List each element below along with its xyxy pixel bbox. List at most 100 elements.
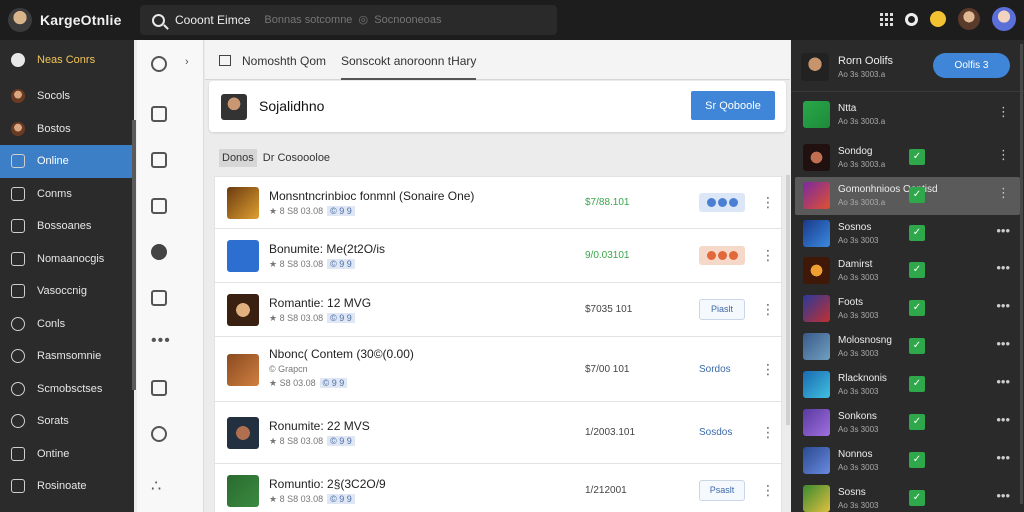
right-panel-item[interactable]: Sosnos Ao 3s 3003 ✓ •••: [795, 215, 1020, 253]
sidebar-item-11[interactable]: Sorats: [0, 405, 134, 438]
status-check-icon[interactable]: ✓: [909, 300, 925, 316]
status-check-icon[interactable]: ✓: [909, 338, 925, 354]
item-menu-icon[interactable]: •••: [996, 298, 1010, 313]
status-ring-icon[interactable]: [905, 12, 918, 26]
status-check-icon[interactable]: ✓: [909, 452, 925, 468]
row-menu-icon[interactable]: ⋮: [761, 247, 775, 264]
row-thumbnail[interactable]: [227, 240, 259, 272]
sidebar-scrollbar[interactable]: [132, 120, 136, 390]
home-icon[interactable]: [151, 106, 167, 122]
coin-icon[interactable]: [930, 11, 946, 27]
row-action-button[interactable]: Psaslt: [699, 480, 745, 501]
right-panel-button[interactable]: Oolfis 3: [933, 53, 1010, 78]
main-scrollbar[interactable]: [786, 175, 790, 425]
row-menu-icon[interactable]: ⋮: [761, 194, 775, 211]
search-icon[interactable]: [152, 13, 165, 27]
right-panel-item[interactable]: Ntta Ao 3s 3003.a ⋮: [795, 96, 1020, 134]
item-menu-icon[interactable]: •••: [996, 223, 1010, 238]
sidebar-item-8[interactable]: Conls: [0, 308, 134, 341]
item-menu-icon[interactable]: •••: [996, 412, 1010, 427]
right-panel-avatar[interactable]: [801, 53, 829, 81]
item-menu-icon[interactable]: •••: [996, 374, 1010, 389]
table-row[interactable]: Romantie: 12 MVG ★ 8 S8 03.08 © 9 9 $7035 1…: [214, 282, 782, 336]
row-action-link[interactable]: Sordos: [699, 364, 731, 375]
item-menu-icon[interactable]: ⋮: [997, 147, 1010, 163]
item-thumbnail[interactable]: [803, 333, 830, 360]
right-panel-item[interactable]: Rlacknonis Ao 3s 3003 ✓ •••: [795, 366, 1020, 404]
frame-icon[interactable]: [151, 290, 167, 306]
row-thumbnail[interactable]: [227, 353, 259, 386]
row-thumbnail[interactable]: [227, 294, 259, 326]
tab-1[interactable]: Sonscokt anoroonn tHary: [341, 54, 477, 80]
item-thumbnail[interactable]: [803, 485, 830, 512]
circle-icon[interactable]: [151, 426, 167, 442]
sidebar-item-4[interactable]: Conms: [0, 178, 134, 211]
account-avatar[interactable]: [992, 7, 1016, 31]
sidebar-item-10[interactable]: Scmobsctses: [0, 373, 134, 406]
row-thumbnail[interactable]: [227, 187, 259, 219]
app-logo-avatar[interactable]: [8, 8, 32, 32]
sidebar-item-7[interactable]: Vasoccnig: [0, 275, 134, 308]
profile-avatar[interactable]: [221, 94, 247, 120]
table-row[interactable]: Nbonc( Contem (30©(0.00) © Grapcn ★ S8 03.…: [214, 336, 782, 401]
row-thumbnail[interactable]: [227, 475, 259, 507]
right-panel-item[interactable]: Gomonhnioos Oontisd Ao 3s 3003.a ✓ ⋮: [795, 177, 1020, 215]
row-title[interactable]: Bonumite: Me(2t2O/is: [269, 242, 385, 256]
more-icon[interactable]: •••: [151, 332, 171, 350]
filter-chip[interactable]: Donos: [219, 149, 257, 167]
sidebar-item-9[interactable]: Rasmsomnie: [0, 340, 134, 373]
sidebar-item-13[interactable]: Rosinoate: [0, 470, 134, 503]
item-menu-icon[interactable]: ⋮: [997, 185, 1010, 201]
share-icon[interactable]: ∴: [151, 476, 162, 496]
row-menu-icon[interactable]: ⋮: [761, 424, 775, 441]
row-action-link[interactable]: Sosdos: [699, 427, 732, 438]
right-panel-item[interactable]: Damirst Ao 3s 3003 ✓ •••: [795, 252, 1020, 290]
sidebar-item-6[interactable]: Nomaanocgis: [0, 243, 134, 276]
row-title[interactable]: Nbonc( Contem (30©(0.00): [269, 347, 414, 361]
table-row[interactable]: Monsntncrinbioc fonmnl (Sonaire One) ★ 8 …: [214, 176, 782, 228]
status-check-icon[interactable]: ✓: [909, 225, 925, 241]
item-thumbnail[interactable]: [803, 409, 830, 436]
right-panel-item[interactable]: Foots Ao 3s 3003 ✓ •••: [795, 290, 1020, 328]
item-menu-icon[interactable]: •••: [996, 336, 1010, 351]
status-check-icon[interactable]: ✓: [909, 187, 925, 203]
status-check-icon[interactable]: ✓: [909, 414, 925, 430]
status-check-icon[interactable]: ✓: [909, 490, 925, 506]
sidebar-item-2[interactable]: Bostos: [0, 113, 134, 146]
item-thumbnail[interactable]: [803, 257, 830, 284]
brain-icon[interactable]: [151, 56, 167, 72]
row-title[interactable]: Ronumite: 22 MVS: [269, 419, 370, 433]
row-status-pills[interactable]: [699, 193, 745, 212]
item-thumbnail[interactable]: [803, 101, 830, 128]
right-panel-item[interactable]: Sonkons Ao 3s 3003 ✓ •••: [795, 404, 1020, 442]
row-status-pills[interactable]: [699, 246, 745, 265]
layout-icon[interactable]: [151, 380, 167, 396]
right-panel-item[interactable]: Sondog Ao 3s 3003.a ✓ ⋮: [795, 139, 1020, 177]
row-action-button[interactable]: Piaslt: [699, 299, 745, 320]
item-menu-icon[interactable]: •••: [996, 260, 1010, 275]
panel-icon[interactable]: [219, 55, 231, 66]
table-row[interactable]: Bonumite: Me(2t2O/is ★ 8 S8 03.08 © 9 9 9/0…: [214, 228, 782, 282]
item-thumbnail[interactable]: [803, 447, 830, 474]
tab-0[interactable]: Nomoshth Qom: [242, 54, 326, 68]
right-panel-item[interactable]: Molosnosng Ao 3s 3003 ✓ •••: [795, 328, 1020, 366]
sidebar-item-3[interactable]: Online: [0, 145, 134, 178]
search-bar[interactable]: Cooont Eimce: [140, 5, 557, 35]
primary-action-button[interactable]: Sr Qoboole: [691, 91, 775, 120]
right-panel-item[interactable]: Sosns Ao 3s 3003 ✓ •••: [795, 480, 1020, 512]
row-thumbnail[interactable]: [227, 417, 259, 449]
item-thumbnail[interactable]: [803, 220, 830, 247]
info-icon[interactable]: [151, 244, 167, 260]
right-panel-item[interactable]: Nonnos Ao 3s 3003 ✓ •••: [795, 442, 1020, 480]
row-title[interactable]: Romantie: 12 MVG: [269, 296, 371, 310]
row-menu-icon[interactable]: ⋮: [761, 482, 775, 499]
row-title[interactable]: Romuntio: 2§(3C2O/9: [269, 477, 386, 491]
sidebar-item-5[interactable]: Bossoanes: [0, 210, 134, 243]
row-menu-icon[interactable]: ⋮: [761, 361, 775, 378]
box-icon[interactable]: [151, 198, 167, 214]
status-check-icon[interactable]: ✓: [909, 262, 925, 278]
status-check-icon[interactable]: ✓: [909, 149, 925, 165]
right-panel-scrollbar[interactable]: [1020, 44, 1023, 504]
user-avatar[interactable]: [958, 8, 980, 30]
item-menu-icon[interactable]: ⋮: [997, 104, 1010, 120]
